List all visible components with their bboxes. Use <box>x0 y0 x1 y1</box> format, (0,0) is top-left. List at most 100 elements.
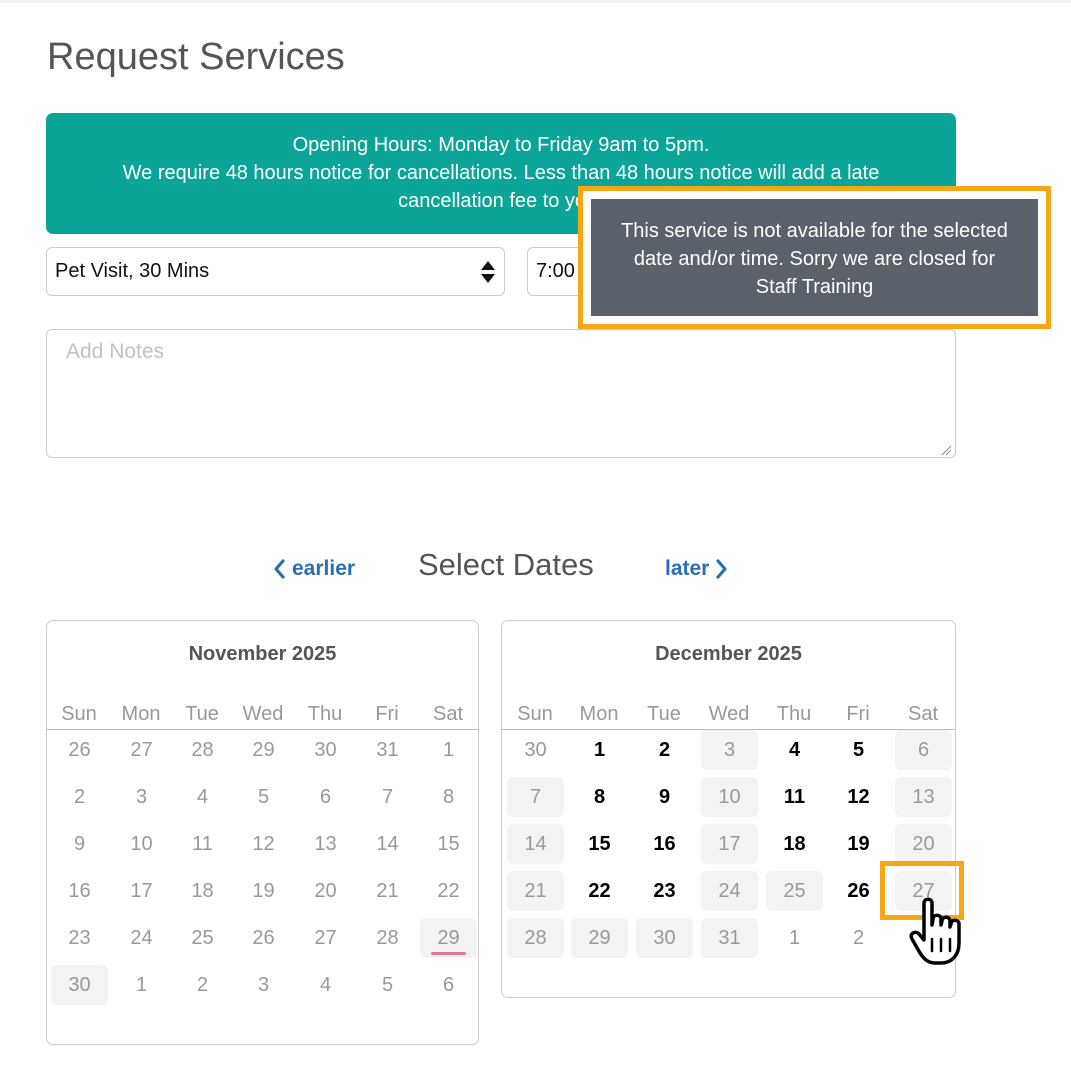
calendar-day: 3 <box>257 974 270 996</box>
weekday-label: Sat <box>907 703 939 725</box>
calendar-day: 12 <box>252 833 275 855</box>
calendar-day[interactable]: 5 <box>830 730 887 770</box>
calendar-day: 21 <box>507 871 564 911</box>
calendar-day: 20 <box>895 824 952 864</box>
calendar-day: 5 <box>257 786 270 808</box>
calendar-day: 6 <box>895 730 952 770</box>
calendar-day: 7 <box>381 786 394 808</box>
calendar-day: 14 <box>507 824 564 864</box>
calendar-day: 30 <box>636 918 693 958</box>
weekday-label: Wed <box>242 703 284 725</box>
top-divider <box>0 0 1071 3</box>
calendar-day: 18 <box>191 880 214 902</box>
calendar-day: 31 <box>376 739 399 761</box>
calendar-day: 1 <box>788 927 801 949</box>
calendar-day: 30 <box>314 739 337 761</box>
weekday-label: Sun <box>517 703 553 725</box>
calendar-day: 27 <box>314 927 337 949</box>
calendar-day[interactable]: 16 <box>636 824 693 864</box>
weekday-label: Thu <box>776 703 812 725</box>
calendar-month-title: December 2025 <box>655 643 802 665</box>
calendar-day[interactable]: 23 <box>636 871 693 911</box>
calendar-day[interactable]: 8 <box>571 777 628 817</box>
weekday-header: Sun Mon Tue Wed Thu Fri Sat <box>47 703 478 730</box>
service-select[interactable]: Pet Visit, 30 Mins <box>46 247 505 296</box>
calendar-day[interactable]: 4 <box>766 730 823 770</box>
calendar-day: 30 <box>51 965 108 1005</box>
calendar-day: 25 <box>766 871 823 911</box>
calendar-day: 9 <box>73 833 86 855</box>
weekday-label: Fri <box>846 703 870 725</box>
calendar-day[interactable]: 19 <box>830 824 887 864</box>
weekday-label: Thu <box>307 703 343 725</box>
calendar-day: 19 <box>252 880 275 902</box>
later-link[interactable]: later <box>665 557 729 581</box>
calendar-day: 3 <box>135 786 148 808</box>
calendar-november: November 2025 Sun Mon Tue Wed Thu Fri Sat 26 27… <box>46 620 479 1045</box>
calendar-day[interactable]: 18 <box>766 824 823 864</box>
banner-line: We require 48 hours notice for cancellat… <box>122 162 880 184</box>
weekday-label: Mon <box>579 703 619 725</box>
weekday-header: Sun Mon Tue Wed Thu Fri Sat <box>502 703 955 730</box>
calendar-day: 4 <box>196 786 209 808</box>
time-select-value: 7:00 <box>536 260 575 282</box>
calendar-day: 24 <box>130 927 153 949</box>
tooltip-line: date and/or time. Sorry we are closed fo… <box>633 248 996 270</box>
tooltip-line: Staff Training <box>755 276 874 298</box>
calendar-day: 29 <box>571 918 628 958</box>
calendar-day: 26 <box>252 927 275 949</box>
calendar-day: 14 <box>376 833 399 855</box>
calendar-day: 7 <box>507 777 564 817</box>
select-dates-title: Select Dates <box>418 547 594 582</box>
calendar-day: 6 <box>442 974 455 996</box>
calendar-day[interactable]: 22 <box>571 871 628 911</box>
calendar-december: December 2025 Sun Mon Tue Wed Thu Fri Sat 30 1 2… <box>501 620 956 998</box>
weekday-label: Sun <box>61 703 97 725</box>
calendar-day: 17 <box>130 880 153 902</box>
calendar-day: 17 <box>701 824 758 864</box>
calendar-day[interactable]: 12 <box>830 777 887 817</box>
tooltip-line: This service is not available for the se… <box>621 220 1008 242</box>
calendar-day: 2 <box>852 927 865 949</box>
calendar-day: 10 <box>130 833 153 855</box>
notes-textarea[interactable] <box>46 329 956 458</box>
calendar-day: 30 <box>524 739 547 761</box>
calendar-day: 4 <box>319 974 332 996</box>
calendar-day: 27 <box>130 739 153 761</box>
calendar-day[interactable]: 2 <box>636 730 693 770</box>
calendar-day: 1 <box>442 739 455 761</box>
calendar-month-title: November 2025 <box>188 643 337 665</box>
later-label: later <box>665 557 710 580</box>
calendar-day: 8 <box>442 786 455 808</box>
weekday-label: Tue <box>185 703 219 725</box>
calendar-day[interactable]: 9 <box>636 777 693 817</box>
calendar-day: 21 <box>376 880 399 902</box>
weekday-label: Mon <box>121 703 161 725</box>
calendar-day: 6 <box>319 786 332 808</box>
calendar-day: 11 <box>192 833 213 855</box>
tooltip-body: This service is not available for the se… <box>591 199 1038 316</box>
calendar-day[interactable]: 26 <box>830 871 887 911</box>
sort-arrows-icon <box>481 261 495 283</box>
calendar-day: 13 <box>314 833 337 855</box>
earlier-label: earlier <box>292 557 356 580</box>
calendar-day: 29 <box>252 739 275 761</box>
resize-grip-icon[interactable] <box>940 444 952 456</box>
calendar-day[interactable]: 15 <box>571 824 628 864</box>
calendar-day: 1 <box>135 974 148 996</box>
calendar-day: 22 <box>437 880 460 902</box>
earlier-link[interactable]: earlier <box>272 557 355 581</box>
calendar-day[interactable]: 1 <box>571 730 628 770</box>
calendar-day: 24 <box>701 871 758 911</box>
calendar-day: 25 <box>191 927 214 949</box>
calendar-day: 13 <box>895 777 952 817</box>
chevron-right-icon <box>716 559 727 579</box>
calendar-day: 5 <box>381 974 394 996</box>
calendar-day: 15 <box>437 833 460 855</box>
calendar-day: 10 <box>701 777 758 817</box>
weekday-label: Tue <box>647 703 681 725</box>
chevron-left-icon <box>274 559 285 579</box>
calendar-day[interactable]: 11 <box>766 777 823 817</box>
hand-pointer-icon <box>909 897 961 965</box>
calendar-day: 2 <box>73 786 86 808</box>
